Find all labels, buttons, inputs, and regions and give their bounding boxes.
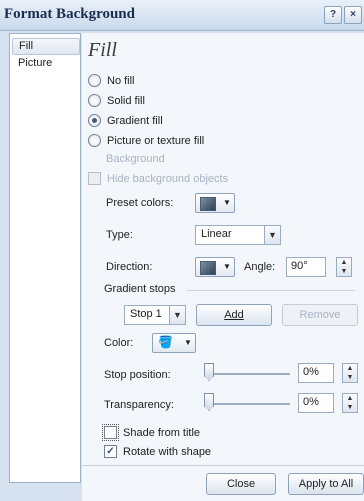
gradient-swatch-icon xyxy=(200,197,216,211)
chevron-down-icon[interactable]: ▼ xyxy=(169,305,186,325)
shade-from-title-label: Shade from title xyxy=(123,427,201,439)
rotate-with-shape-label: Rotate with shape xyxy=(123,446,212,458)
stop-select[interactable]: Stop 1 ▼ xyxy=(124,305,186,325)
angle-label: Angle: xyxy=(244,261,276,273)
no-fill-option[interactable]: No fill xyxy=(88,73,135,89)
gradient-fill-option[interactable]: Gradient fill xyxy=(88,113,163,129)
stop-position-input[interactable]: 0% xyxy=(298,363,334,383)
stop-position-label: Stop position: xyxy=(104,369,171,381)
chevron-down-icon: ▼ xyxy=(184,338,192,347)
stop-position-slider-thumb[interactable] xyxy=(204,363,214,381)
type-value: Linear xyxy=(201,228,232,240)
background-label: Background xyxy=(106,153,165,165)
nav-item-fill[interactable]: Fill xyxy=(12,38,80,55)
transparency-input[interactable]: 0% xyxy=(298,393,334,413)
fill-panel: Fill No fill Solid fill Gradient fill Pi… xyxy=(82,33,364,501)
radio-button[interactable] xyxy=(88,133,101,147)
paint-bucket-icon: 🪣 xyxy=(158,335,173,349)
transparency-spinner-icon[interactable]: ▲ ▼ xyxy=(342,393,358,413)
add-label: Add xyxy=(224,309,244,321)
shade-from-title-checkbox[interactable] xyxy=(102,423,119,441)
hide-background-option: Hide background objects xyxy=(88,171,228,187)
no-fill-label: No fill xyxy=(107,75,135,87)
gradient-stops-label: Gradient stops xyxy=(104,283,176,295)
angle-value: 90° xyxy=(291,260,308,272)
transparency-track xyxy=(206,403,290,405)
add-stop-button[interactable]: Add xyxy=(196,304,272,326)
picture-fill-option[interactable]: Picture or texture fill xyxy=(88,133,204,149)
apply-to-all-button[interactable]: Apply to All xyxy=(288,473,364,495)
radio-button[interactable] xyxy=(88,73,101,87)
transparency-label: Transparency: xyxy=(104,399,174,411)
color-dropdown[interactable]: 🪣 ▼ xyxy=(152,333,196,353)
stop-value: Stop 1 xyxy=(130,308,162,320)
remove-stop-button[interactable]: Remove xyxy=(282,304,358,326)
window-title: Format Background xyxy=(4,6,135,22)
transparency-value: 0% xyxy=(303,396,319,408)
transparency-slider-thumb[interactable] xyxy=(204,393,214,411)
preset-colors-dropdown[interactable]: ▼ xyxy=(195,193,235,213)
help-button[interactable]: ? xyxy=(324,6,342,24)
footer-divider xyxy=(82,465,364,466)
rotate-with-shape-option[interactable]: ✓ Rotate with shape xyxy=(104,444,211,460)
rotate-with-shape-checkbox[interactable]: ✓ xyxy=(104,444,117,458)
direction-dropdown[interactable]: ▼ xyxy=(195,257,235,277)
close-button[interactable]: Close xyxy=(206,473,276,495)
hide-background-label: Hide background objects xyxy=(107,173,229,185)
chevron-down-icon[interactable]: ▼ xyxy=(264,225,281,245)
hide-background-checkbox xyxy=(88,171,101,185)
nav-item-picture[interactable]: Picture xyxy=(12,56,78,71)
radio-button[interactable] xyxy=(88,93,101,107)
type-label: Type: xyxy=(106,229,133,241)
stop-position-track xyxy=(206,373,290,375)
chevron-down-icon: ▼ xyxy=(223,198,231,207)
direction-swatch-icon xyxy=(200,261,216,275)
gradient-fill-label: Gradient fill xyxy=(107,115,163,127)
shade-from-title-option[interactable]: Shade from title xyxy=(102,423,201,441)
close-window-button[interactable]: × xyxy=(344,6,362,24)
panel-heading: Fill xyxy=(88,39,117,61)
category-list: Fill Picture xyxy=(9,33,81,483)
solid-fill-label: Solid fill xyxy=(107,95,145,107)
type-select[interactable]: Linear ▼ xyxy=(195,225,281,245)
radio-button-selected[interactable] xyxy=(88,113,101,127)
angle-input[interactable]: 90° xyxy=(286,257,326,277)
title-bar: Format Background ? × xyxy=(0,0,364,31)
stop-position-value: 0% xyxy=(303,366,319,378)
direction-label: Direction: xyxy=(106,261,153,273)
stop-position-spinner-icon[interactable]: ▲ ▼ xyxy=(342,363,358,383)
chevron-down-icon: ▼ xyxy=(223,262,231,271)
picture-fill-label: Picture or texture fill xyxy=(107,135,205,147)
solid-fill-option[interactable]: Solid fill xyxy=(88,93,145,109)
section-divider xyxy=(187,290,355,291)
color-label: Color: xyxy=(104,337,134,349)
angle-spinner-icon[interactable]: ▲ ▼ xyxy=(336,257,352,277)
preset-colors-label: Preset colors: xyxy=(106,197,174,209)
